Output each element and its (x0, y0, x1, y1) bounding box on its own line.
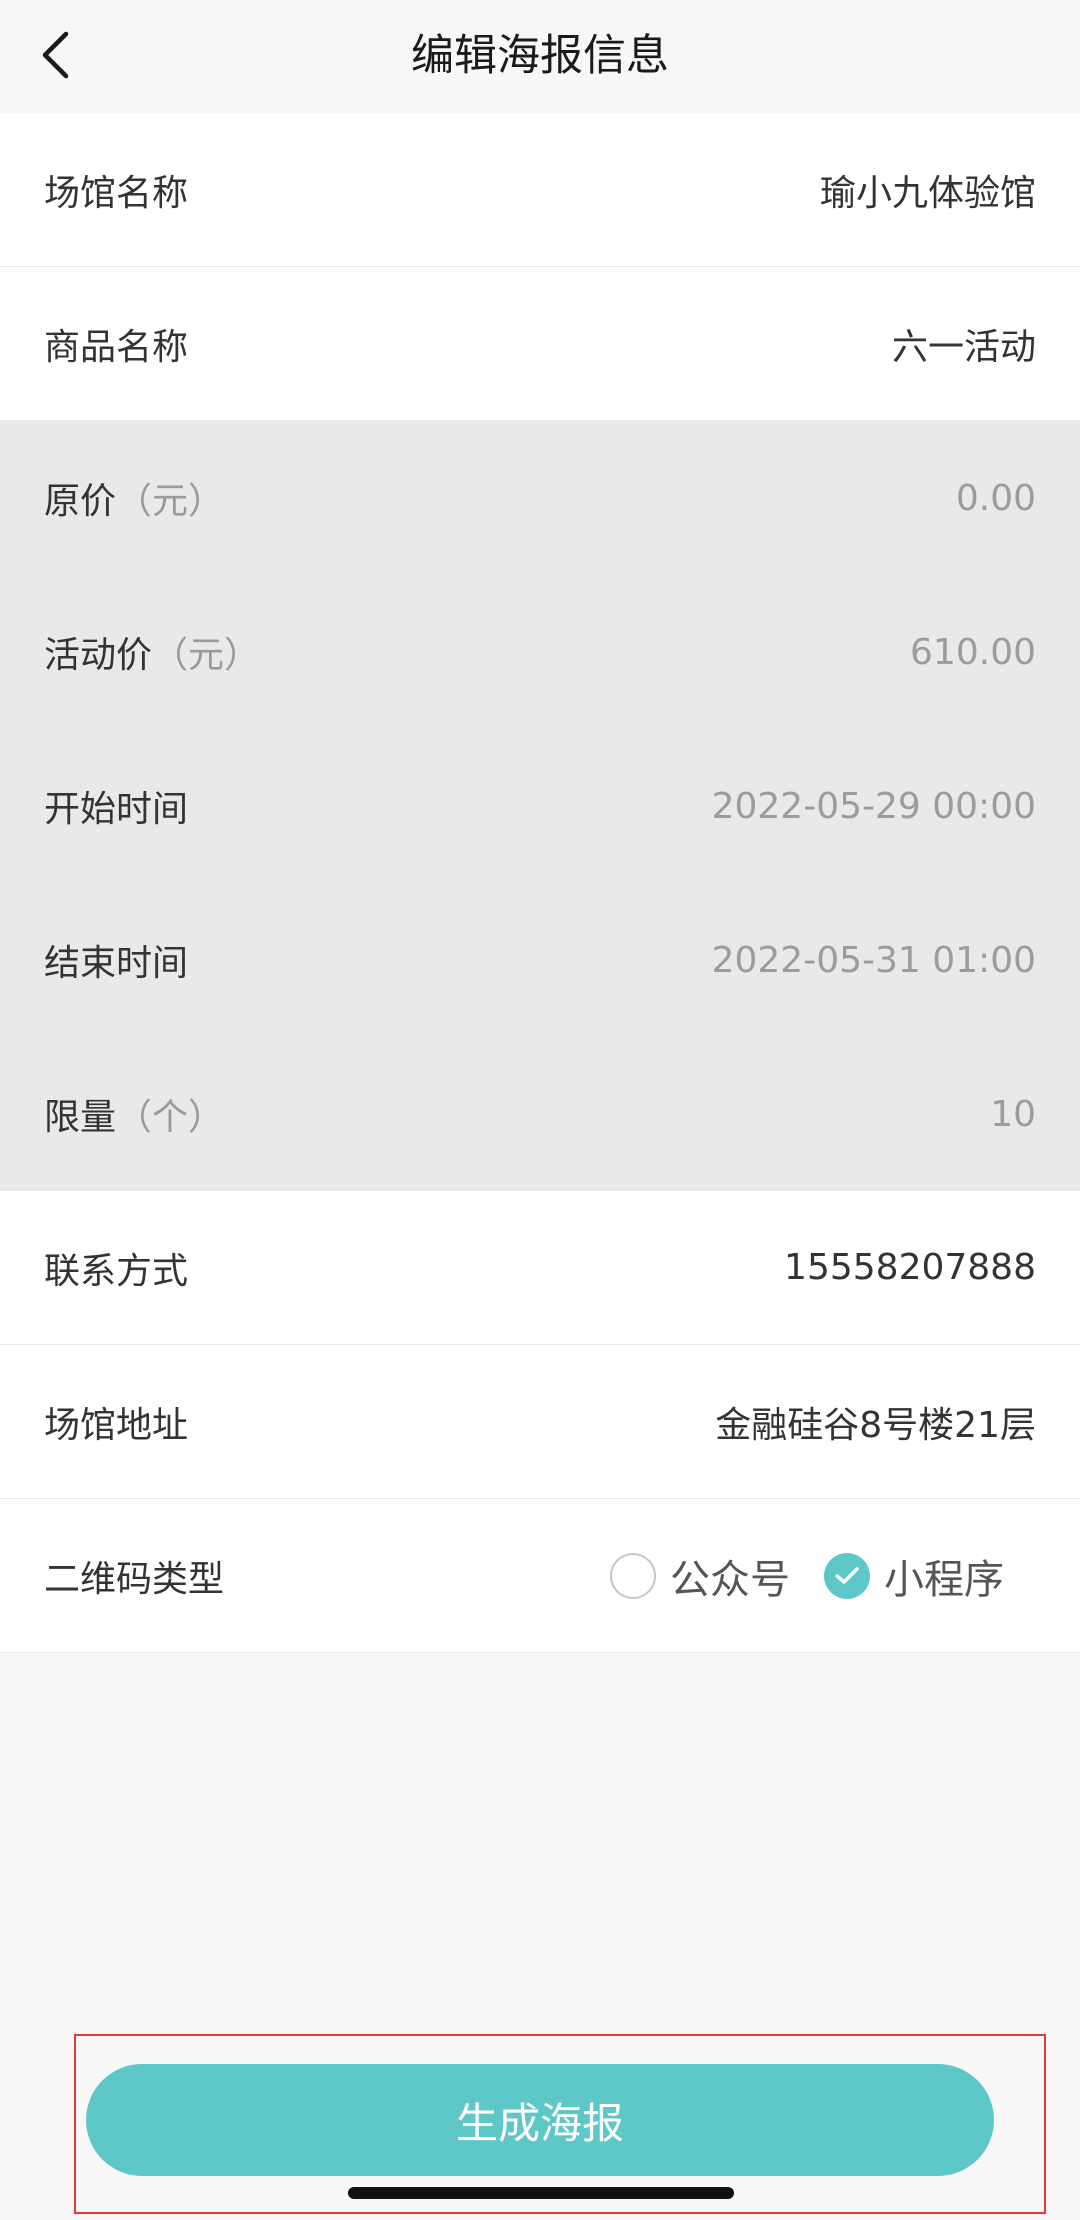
radio-official-account[interactable]: 公众号 (610, 1547, 790, 1605)
row-venue-address[interactable]: 场馆地址 金融硅谷8号楼21层 (0, 1345, 1080, 1499)
original-price-value: 0.00 (955, 477, 1036, 519)
row-label: 商品名称 (44, 326, 189, 368)
radio-mini-program[interactable]: 小程序 (824, 1547, 1004, 1605)
row-label: 活动价（元） (44, 635, 261, 676)
qr-type-radio-group: 公众号 小程序 (576, 1547, 1004, 1605)
chevron-left-icon (42, 31, 69, 79)
start-time-value: 2022-05-29 00:00 (711, 785, 1036, 827)
radio-unchecked-icon (610, 1552, 656, 1599)
row-qr-type: 二维码类型 公众号 小程序 (0, 1499, 1080, 1653)
radio-label: 小程序 (884, 1556, 1004, 1603)
generate-poster-button[interactable]: 生成海报 (86, 2064, 994, 2176)
row-contact[interactable]: 联系方式 15558207888 (0, 1191, 1080, 1345)
product-name-value[interactable]: 六一活动 (892, 318, 1036, 370)
venue-address-value[interactable]: 金融硅谷8号楼21层 (715, 1396, 1036, 1448)
venue-name-value[interactable]: 瑜小九体验馆 (820, 164, 1036, 216)
row-limit: 限量（个） 10 (0, 1037, 1080, 1191)
row-original-price: 原价（元） 0.00 (0, 421, 1080, 575)
page-title: 编辑海报信息 (411, 31, 669, 81)
end-time-value: 2022-05-31 01:00 (711, 939, 1036, 981)
contact-value[interactable]: 15558207888 (784, 1247, 1036, 1288)
row-label: 场馆名称 (44, 172, 189, 214)
radio-checked-icon (824, 1552, 870, 1599)
edit-poster-page: 编辑海报信息 场馆名称 瑜小九体验馆 商品名称 六一活动 原价（元） 0.00 … (0, 0, 1080, 2220)
radio-label: 公众号 (670, 1556, 790, 1603)
row-label: 结束时间 (44, 943, 189, 984)
back-button[interactable] (22, 22, 88, 88)
row-venue-name[interactable]: 场馆名称 瑜小九体验馆 (0, 113, 1080, 267)
row-label: 限量（个） (44, 1097, 225, 1138)
row-label: 开始时间 (44, 789, 189, 830)
row-label: 原价（元） (44, 481, 225, 522)
row-label: 联系方式 (44, 1250, 189, 1292)
poster-info-form: 场馆名称 瑜小九体验馆 商品名称 六一活动 原价（元） 0.00 活动价（元） … (0, 113, 1080, 1653)
checkmark-icon (835, 1566, 859, 1584)
row-label: 场馆地址 (44, 1404, 189, 1446)
row-end-time: 结束时间 2022-05-31 01:00 (0, 883, 1080, 1037)
row-label: 二维码类型 (44, 1558, 225, 1600)
nav-header: 编辑海报信息 (0, 0, 1080, 113)
home-indicator (348, 2187, 734, 2199)
activity-price-value: 610.00 (910, 631, 1036, 673)
limit-value: 10 (990, 1093, 1036, 1135)
row-start-time: 开始时间 2022-05-29 00:00 (0, 729, 1080, 883)
row-product-name[interactable]: 商品名称 六一活动 (0, 267, 1080, 421)
row-activity-price: 活动价（元） 610.00 (0, 575, 1080, 729)
